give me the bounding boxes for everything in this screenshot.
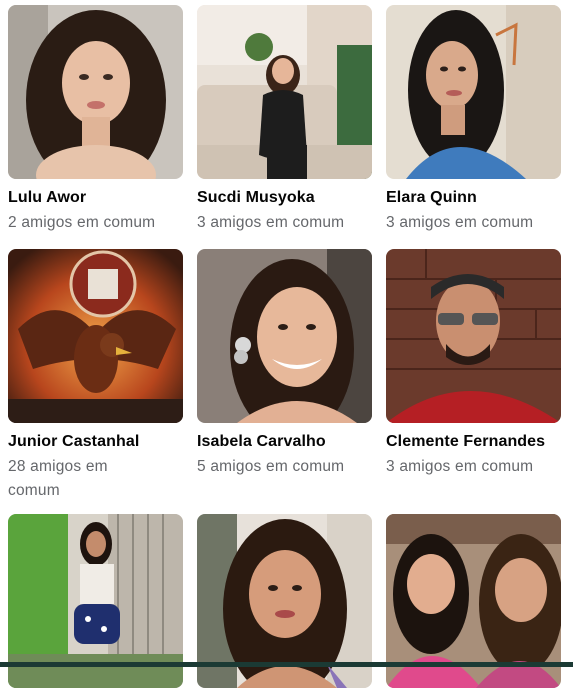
bottom-edge-bar — [0, 662, 573, 667]
friend-suggestions-grid: Lulu Awor 2 amigos em comum Sucdi Musyok… — [0, 0, 573, 688]
friend-card[interactable]: Junior Castanhal 28 amigos em comum — [8, 249, 183, 503]
profile-photo[interactable] — [197, 249, 372, 423]
mutual-friends-count: 5 amigos em comum — [197, 458, 345, 475]
friend-card[interactable]: Lulu Awor 2 amigos em comum — [8, 5, 183, 235]
friend-card[interactable]: Elara Quinn 3 amigos em comum — [386, 5, 561, 235]
mutual-friends-count: 28 amigos em comum — [8, 458, 108, 499]
friend-name[interactable]: Isabela Carvalho — [197, 432, 372, 452]
friend-name[interactable]: Sucdi Musyoka — [197, 188, 372, 208]
profile-photo[interactable] — [8, 249, 183, 423]
profile-photo[interactable] — [197, 5, 372, 179]
mutual-friends-count: 3 amigos em comum — [197, 214, 345, 231]
friend-card[interactable]: Sucdi Musyoka 3 amigos em comum — [197, 5, 372, 235]
friend-name[interactable]: Junior Castanhal — [8, 432, 183, 452]
profile-photo[interactable] — [386, 5, 561, 179]
friend-name[interactable]: Elara Quinn — [386, 188, 561, 208]
mutual-friends-count: 3 amigos em comum — [386, 458, 534, 475]
mutual-friends-count: 2 amigos em comum — [8, 214, 156, 231]
profile-photo[interactable] — [386, 249, 561, 423]
friend-card[interactable]: Isabela Carvalho 5 amigos em comum — [197, 249, 372, 479]
friend-name[interactable]: Lulu Awor — [8, 188, 183, 208]
profile-photo[interactable] — [8, 5, 183, 179]
mutual-friends-count: 3 amigos em comum — [386, 214, 534, 231]
friend-name[interactable]: Clemente Fernandes — [386, 432, 561, 452]
friend-card[interactable]: Clemente Fernandes 3 amigos em comum — [386, 249, 561, 479]
